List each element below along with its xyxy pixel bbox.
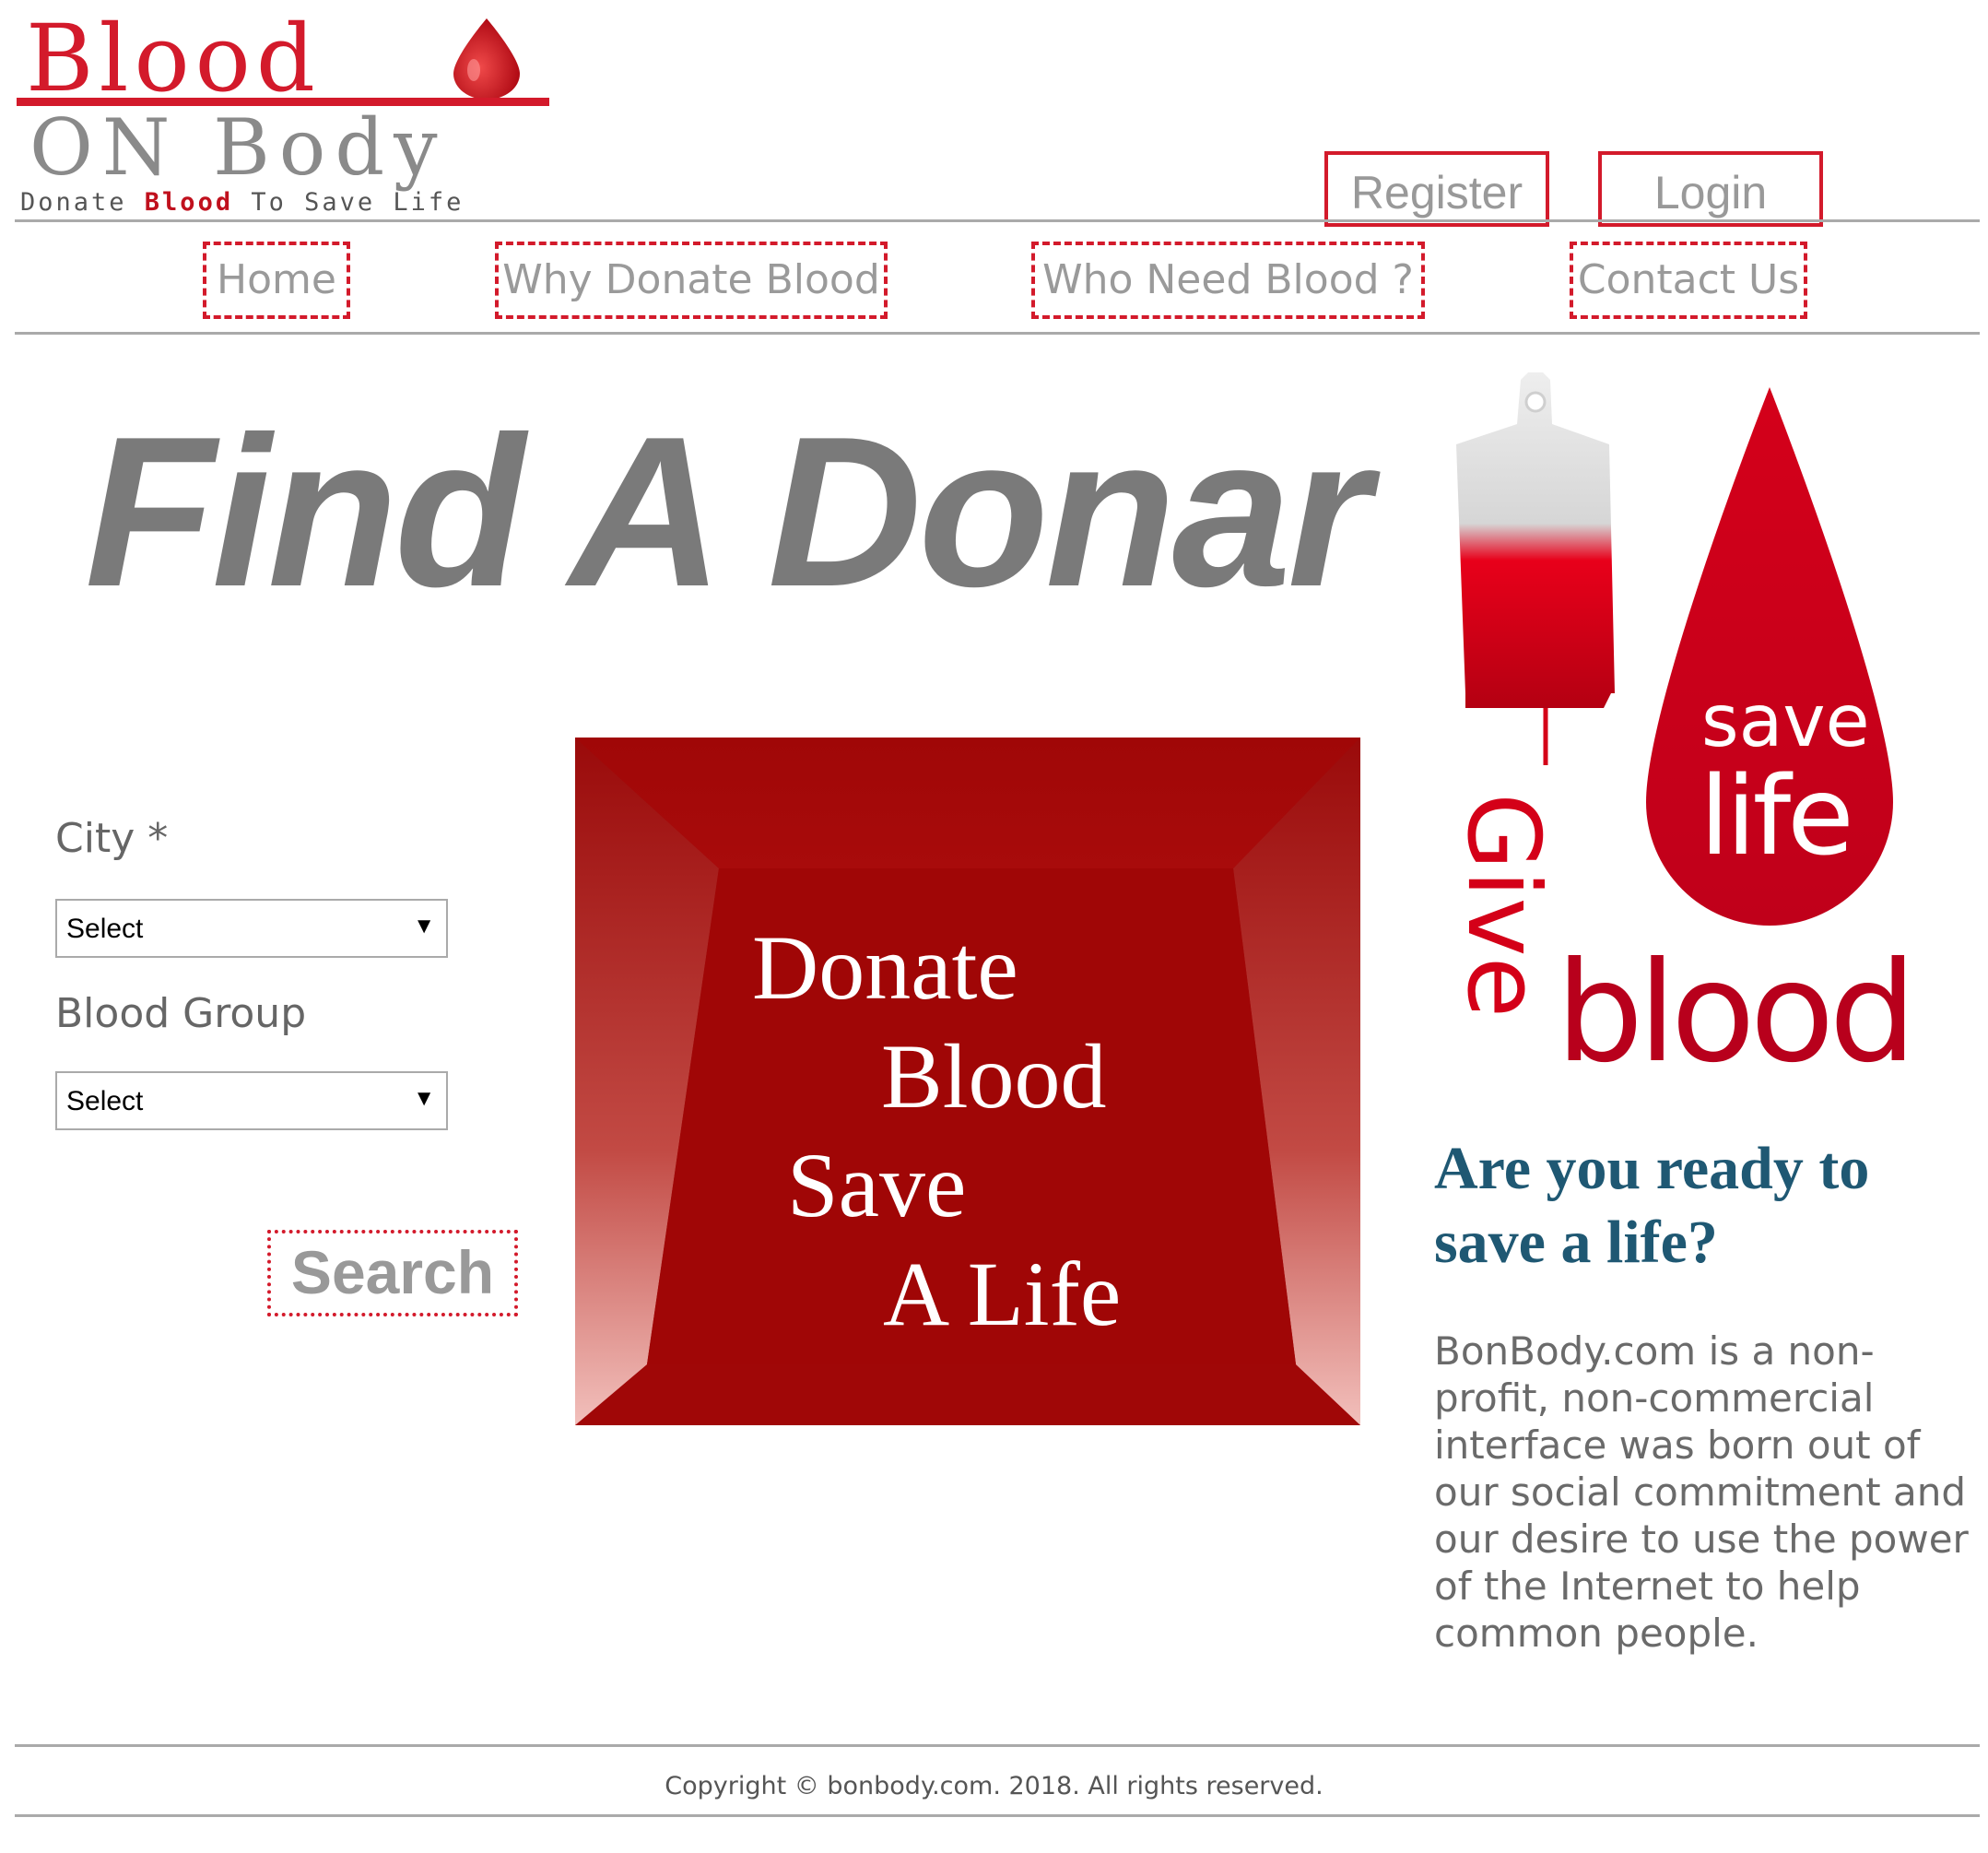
logo-tagline: Donate Blood To Save Life (20, 188, 464, 217)
banner-line-2: Blood (881, 1025, 1107, 1127)
about-text: BonBody.com is a non-profit, non-commerc… (1434, 1328, 1969, 1656)
blood-group-label: Blood Group (55, 990, 307, 1037)
logo-subtitle: ON Body (29, 102, 447, 193)
cta-heading: Are you ready to save a life? (1434, 1135, 1870, 1276)
blood-group-select[interactable]: Select ▼ (55, 1071, 448, 1130)
chevron-down-icon: ▼ (413, 1086, 435, 1111)
nav-home[interactable]: Home (203, 242, 350, 319)
nav-contact-us[interactable]: Contact Us (1570, 242, 1807, 319)
banner-line-1: Donate (752, 916, 1018, 1019)
tagline-highlight: Blood (144, 188, 234, 217)
banner-line-4: A Life (883, 1243, 1122, 1345)
blood-label: blood (1556, 933, 1917, 1093)
give-label: Give (1445, 792, 1561, 1019)
give-blood-graphic: Give save life blood (1445, 369, 1954, 1093)
logo-title: Blood (26, 5, 321, 112)
blood-group-select-value: Select (66, 1086, 144, 1116)
life-label: life (1700, 752, 1854, 879)
banner-line-3: Save (787, 1134, 967, 1236)
nav-who-need-blood[interactable]: Who Need Blood ? (1031, 242, 1425, 319)
header-rule (15, 219, 1980, 222)
search-button[interactable]: Search (267, 1230, 518, 1316)
register-button[interactable]: Register (1324, 151, 1549, 227)
login-button[interactable]: Login (1598, 151, 1823, 227)
donate-banner: Donate Blood Save A Life (575, 738, 1360, 1425)
tagline-end: To Save Life (233, 188, 465, 217)
chevron-down-icon: ▼ (413, 914, 435, 938)
save-label: save (1701, 680, 1870, 763)
city-label: City * (55, 815, 169, 862)
nav-rule (15, 332, 1980, 335)
footer-rule-bottom (15, 1814, 1980, 1817)
footer-rule-top (15, 1744, 1980, 1747)
site-logo[interactable]: Blood ON Body Donate Blood To Save Life (17, 5, 551, 217)
tagline-start: Donate (20, 188, 145, 217)
city-select[interactable]: Select ▼ (55, 899, 448, 958)
city-select-value: Select (66, 914, 144, 944)
page-title: Find A Donar (85, 393, 1370, 631)
blood-drop-icon (453, 18, 520, 100)
copyright-text: Copyright © bonbody.com. 2018. All right… (665, 1772, 1323, 1800)
nav-why-donate-blood[interactable]: Why Donate Blood (495, 242, 888, 319)
